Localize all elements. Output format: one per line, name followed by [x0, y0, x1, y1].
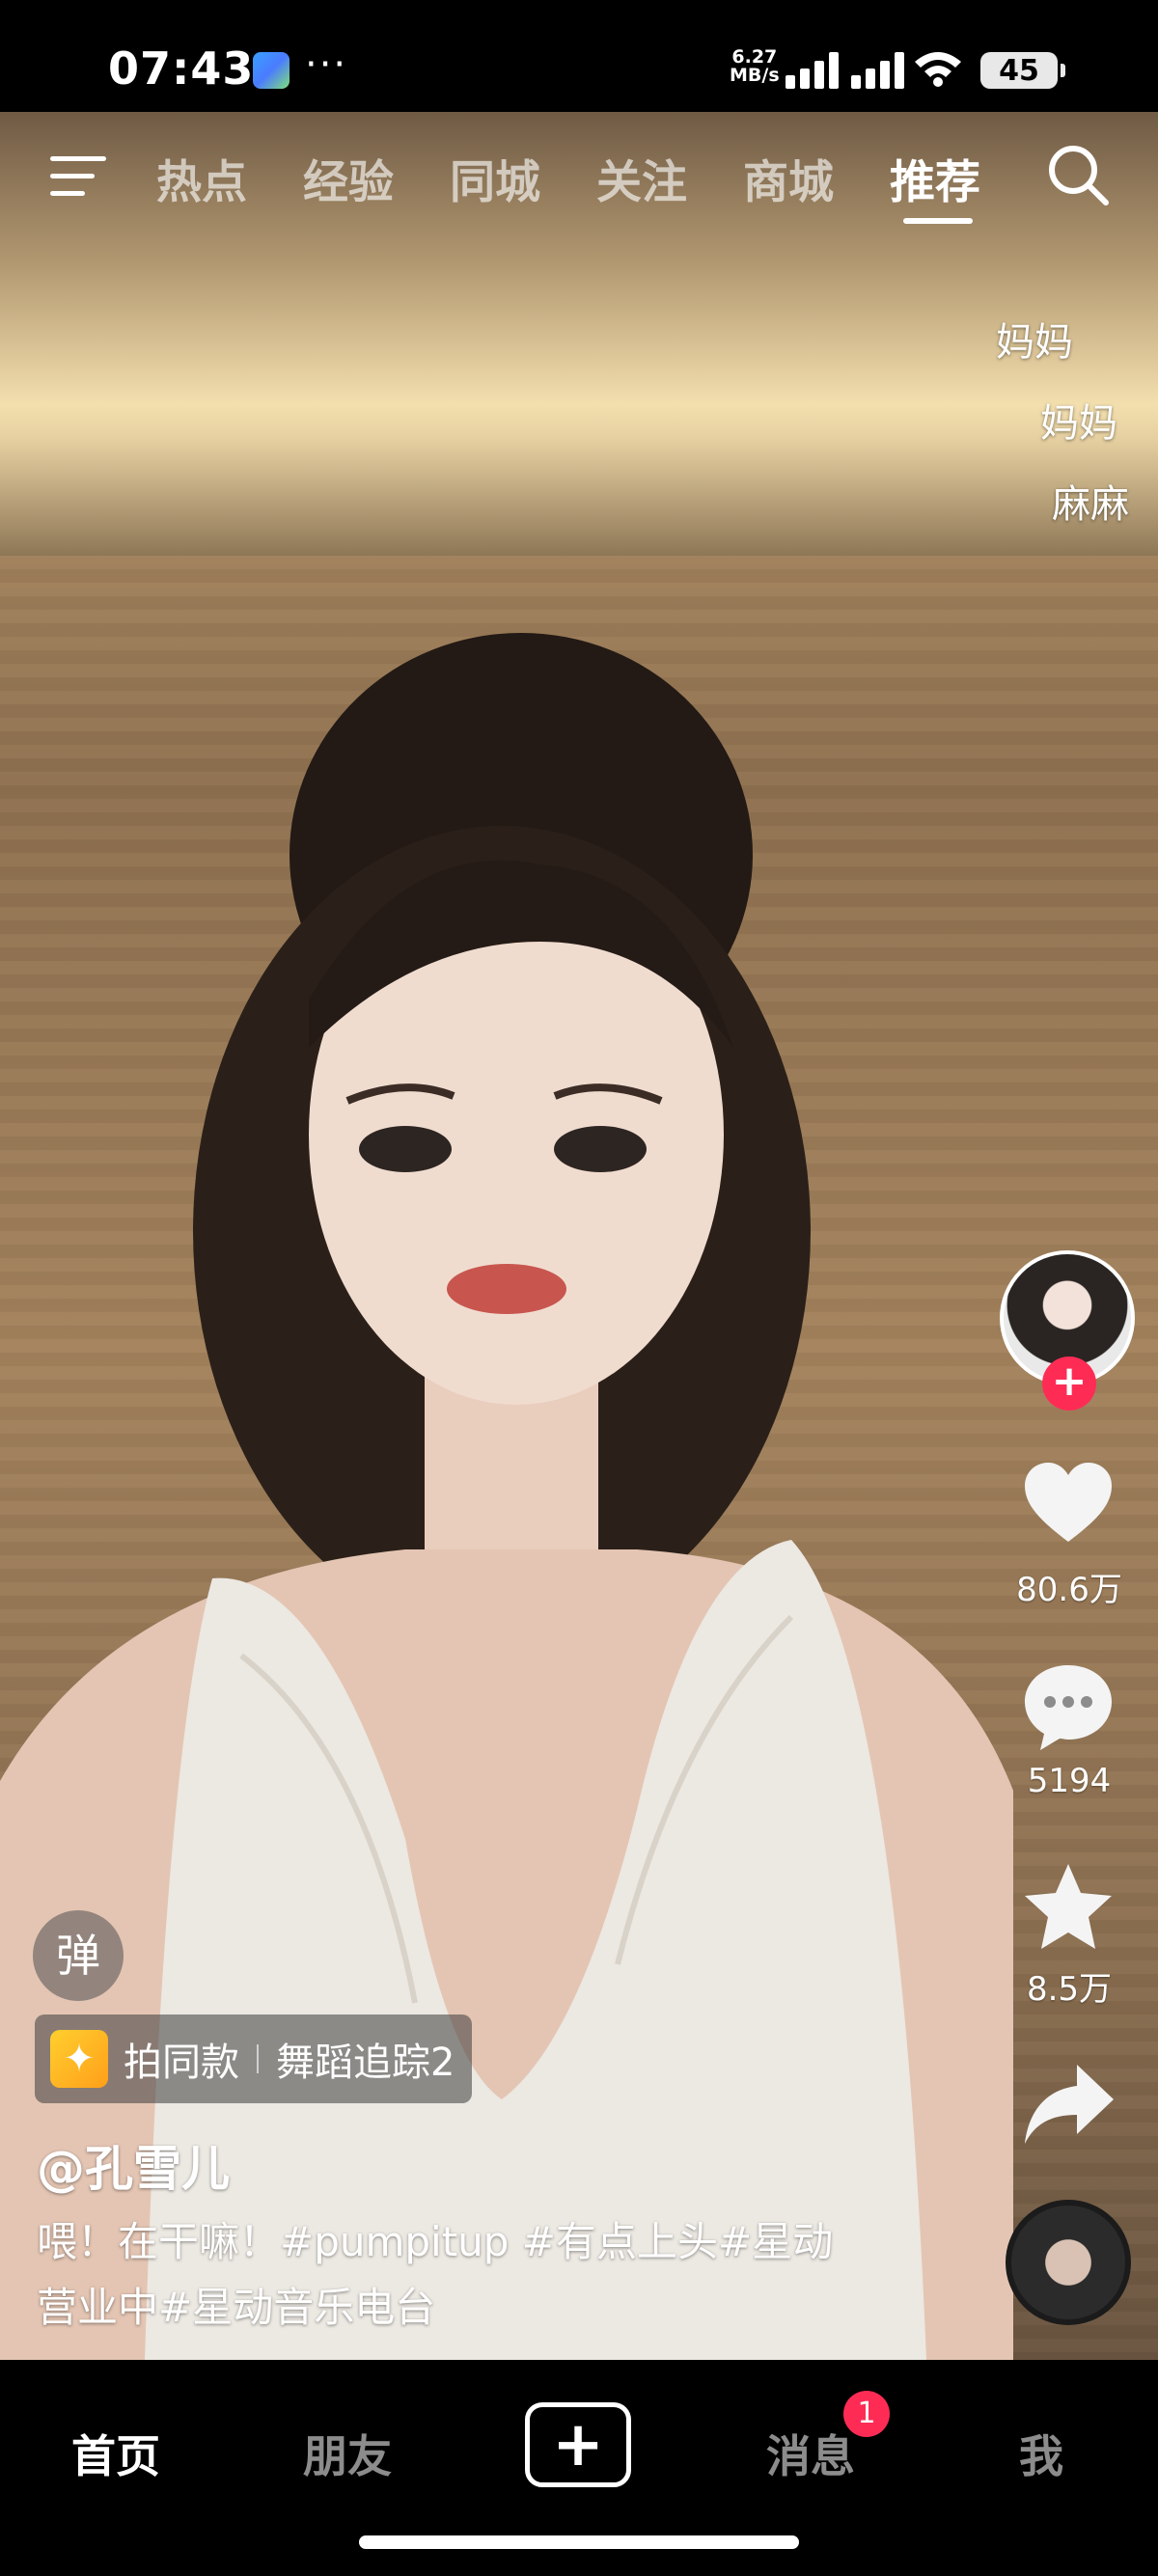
music-disc-icon[interactable]: [1006, 2200, 1131, 2325]
effect-name: 舞蹈追踪2: [276, 2041, 455, 2085]
tab-recommended[interactable]: 推荐: [890, 145, 980, 211]
network-speed: 6.27 MB/s: [730, 48, 780, 85]
messages-badge: 1: [843, 2391, 890, 2437]
sparkle-icon: ✦: [50, 2030, 108, 2088]
tab-local[interactable]: 同城: [450, 145, 540, 211]
effect-separator: [257, 2044, 259, 2073]
effect-template-pill[interactable]: ✦ 拍同款 舞蹈追踪2: [35, 2014, 473, 2103]
menu-icon[interactable]: [50, 154, 110, 199]
follow-button[interactable]: +: [1042, 1357, 1096, 1411]
tab-mall[interactable]: 商城: [743, 145, 834, 211]
heart-icon[interactable]: [1021, 1457, 1116, 1551]
nav-messages[interactable]: 消息: [766, 2422, 855, 2485]
status-time: 07:43: [108, 42, 255, 95]
tab-following[interactable]: 关注: [596, 145, 687, 211]
danmaku-comment: 妈妈: [996, 320, 1073, 365]
danmaku-comment: 妈妈: [1040, 401, 1117, 446]
video-caption[interactable]: 喂！在干嘛！#pumpitup #有点上头#星动营业中#星动音乐电台: [37, 2209, 867, 2341]
home-indicator[interactable]: [359, 2535, 799, 2549]
effect-action-label: 拍同款: [124, 2041, 239, 2085]
nav-friends[interactable]: 朋友: [303, 2422, 392, 2485]
star-icon[interactable]: [1021, 1860, 1116, 1955]
tab-hot[interactable]: 热点: [156, 145, 247, 211]
search-icon[interactable]: [1046, 143, 1112, 208]
nav-me[interactable]: 我: [1019, 2422, 1063, 2485]
favorite-count: 8.5万: [1026, 1970, 1113, 2009]
author-name[interactable]: @孔雪儿: [37, 2130, 230, 2200]
like-count: 80.6万: [1016, 1571, 1122, 1609]
nav-home[interactable]: 首页: [71, 2422, 160, 2485]
danmaku-toggle-button[interactable]: 弹: [33, 1910, 124, 2001]
tab-experience[interactable]: 经验: [303, 145, 394, 211]
danmaku-comment: 麻麻: [1052, 482, 1129, 527]
network-speed-unit: MB/s: [730, 65, 780, 86]
gallery-app-icon: [253, 52, 290, 89]
more-notifications-icon: ···: [305, 42, 348, 87]
comment-icon[interactable]: [1021, 1659, 1116, 1754]
signal-icon: [786, 52, 904, 89]
share-icon[interactable]: [1021, 2057, 1116, 2151]
comment-count: 5194: [1027, 1762, 1112, 1800]
create-button[interactable]: +: [525, 2402, 631, 2487]
wifi-icon: [915, 52, 961, 87]
active-tab-indicator: [903, 218, 973, 224]
battery-icon: 45: [980, 52, 1065, 89]
status-bar: 07:43 ··· 6.27 MB/s 45: [0, 0, 1158, 112]
